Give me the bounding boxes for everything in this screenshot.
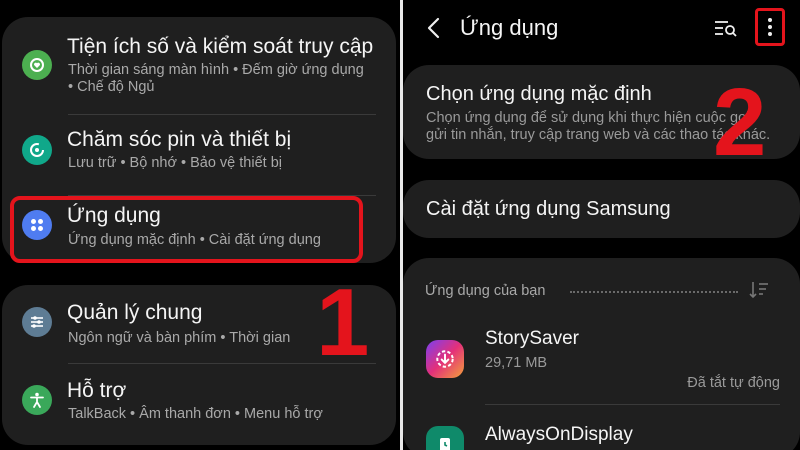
app-list-item-storysaver[interactable]: StorySaver 29,71 MB Đã tắt tự động [403, 320, 800, 402]
device-care-icon [22, 135, 52, 165]
page-title: Ứng dụng [460, 15, 559, 40]
apps-highlight-box [10, 196, 363, 263]
settings-item-device-care[interactable]: Chăm sóc pin và thiết bị Lưu trữ • Bộ nh… [2, 115, 396, 195]
settings-item-accessibility[interactable]: Hỗ trợ TalkBack • Âm thanh đơn • Menu hỗ… [2, 364, 396, 444]
settings-item-title: Quản lý chung [67, 301, 203, 324]
sort-icon[interactable] [748, 280, 770, 300]
app-name: StorySaver [485, 328, 579, 349]
app-list-item-alwaysondisplay[interactable]: AlwaysOnDisplay [403, 408, 800, 450]
settings-item-digital-wellbeing[interactable]: Tiện ích số và kiểm soát truy cập Thời g… [2, 17, 396, 113]
dotted-divider [570, 291, 738, 293]
general-management-icon [22, 307, 52, 337]
back-arrow-icon[interactable] [423, 16, 445, 40]
search-list-icon[interactable] [713, 18, 739, 40]
app-size: 29,71 MB [485, 355, 548, 371]
step-number-2: 2 [713, 69, 767, 176]
settings-item-title: Hỗ trợ [67, 379, 127, 402]
app-status: Đã tắt tự động [687, 375, 780, 391]
samsung-app-settings-title: Cài đặt ứng dụng Samsung [426, 198, 671, 220]
more-options-icon[interactable] [755, 8, 785, 46]
app-name: AlwaysOnDisplay [485, 424, 633, 445]
settings-item-subtitle: Lưu trữ • Bộ nhớ • Bảo vệ thiết bị [68, 155, 282, 171]
settings-item-subtitle: Ngôn ngữ và bàn phím • Thời gian [68, 330, 291, 346]
settings-item-title: Chăm sóc pin và thiết bị [67, 128, 292, 151]
top-bar: Ứng dụng [403, 0, 800, 58]
your-apps-label: Ứng dụng của bạn [425, 283, 546, 299]
settings-item-subtitle: Thời gian sáng màn hình • Đếm giờ ứng dụ… [68, 62, 364, 78]
always-on-display-icon [426, 426, 464, 450]
divider [485, 404, 780, 405]
step-number-1: 1 [316, 269, 370, 376]
settings-item-subtitle-2: • Chế độ Ngủ [68, 79, 155, 95]
default-apps-subtitle: Chọn ứng dụng để sử dụng khi thực hiện c… [426, 110, 754, 126]
digital-wellbeing-icon [22, 50, 52, 80]
settings-item-subtitle: TalkBack • Âm thanh đơn • Menu hỗ trợ [68, 406, 323, 422]
apps-panel: Ứng dụng Chọn ứng dụng mặc định Chọn ứng… [403, 0, 800, 450]
storysaver-icon [426, 340, 464, 378]
samsung-app-settings-card[interactable]: Cài đặt ứng dụng Samsung [403, 180, 800, 238]
your-apps-card: Ứng dụng của bạn StorySaver 29,71 MB Đã … [403, 258, 800, 450]
settings-item-title: Tiện ích số và kiểm soát truy cập [67, 35, 374, 58]
left-settings-panel: Tiện ích số và kiểm soát truy cập Thời g… [0, 0, 400, 450]
default-apps-title: Chọn ứng dụng mặc định [426, 83, 652, 105]
accessibility-icon [22, 385, 52, 415]
